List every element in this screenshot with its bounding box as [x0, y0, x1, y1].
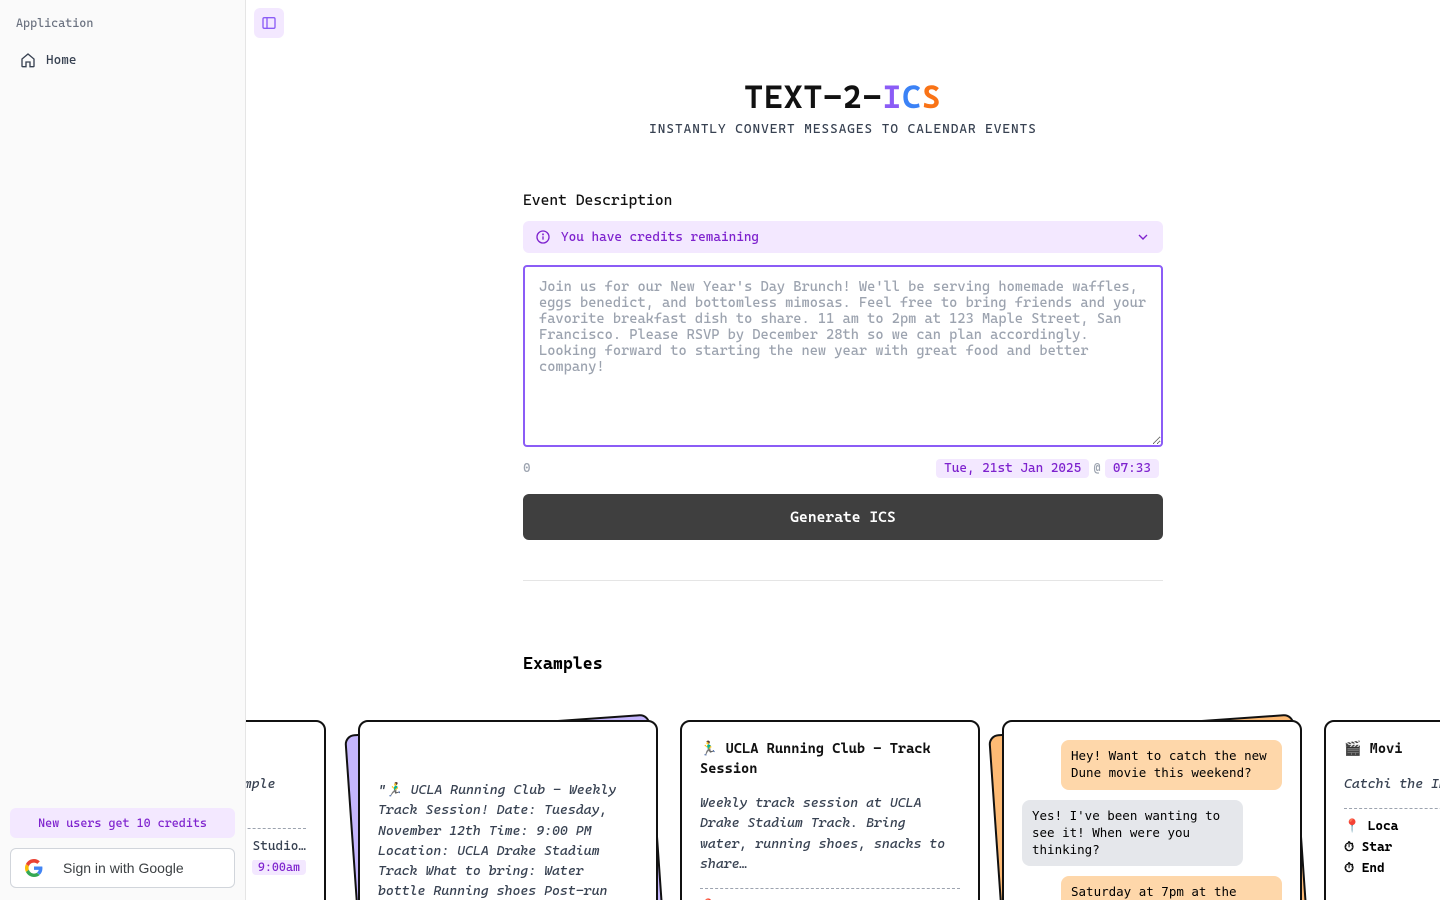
google-logo-icon	[25, 859, 43, 877]
page-subtitle: INSTANTLY CONVERT MESSAGES TO CALENDAR E…	[523, 122, 1163, 137]
meta-row: 0 Tue, 21st Jan 2025 @ 07:33	[523, 459, 1163, 478]
example-card-body: itar worksh ords, strum imple song…	[246, 774, 306, 815]
at-separator: @	[1093, 461, 1101, 476]
example-card[interactable]: 🏃‍♂️ UCLA Running Club - Track Session W…	[680, 720, 980, 900]
example-card-body: Catchi the IM	[1344, 774, 1440, 794]
example-card-quote: "🏃‍♂️ UCLA Running Club - Weekly Track S…	[378, 780, 638, 900]
sidebar-item-home[interactable]: Home	[16, 46, 229, 74]
event-description-label: Event Description	[523, 191, 1163, 209]
google-signin-button[interactable]: Sign in with Google	[10, 848, 235, 888]
credits-banner: New users get 10 credits	[10, 808, 235, 838]
example-card-body: Weekly track session at UCLA Drake Stadi…	[700, 793, 960, 874]
example-card[interactable]: rkshop itar worksh ords, strum imple son…	[246, 720, 336, 900]
sidebar-toggle-button[interactable]	[254, 8, 284, 38]
credits-remaining-text: You have credits remaining	[561, 230, 759, 245]
chevron-down-icon	[1135, 229, 1151, 245]
example-card-title: 🎬 Movi	[1344, 740, 1440, 760]
info-icon	[535, 229, 551, 245]
example-card-title: 🏃‍♂️ UCLA Running Club - Track Session	[700, 740, 960, 779]
generate-ics-button[interactable]: Generate ICS	[523, 494, 1163, 540]
examples-label: Examples	[523, 653, 1163, 673]
divider	[523, 580, 1163, 581]
sidebar: Application Home New users get 10 credit…	[0, 0, 246, 900]
google-signin-label: Sign in with Google	[63, 860, 184, 876]
current-time-chip: 07:33	[1105, 459, 1159, 478]
main: TEXT-2-ICS INSTANTLY CONVERT MESSAGES TO…	[246, 0, 1440, 900]
example-card[interactable]: Hey! Want to catch the new Dune movie th…	[1002, 720, 1302, 900]
chat-bubble: Saturday at 7pm at the IMAX? They have g…	[1061, 876, 1282, 900]
current-date-chip: Tue, 21st Jan 2025	[936, 459, 1089, 478]
example-card[interactable]: 🎬 Movi Catchi the IM 📍 Loca ⏱ Star ⏱ End	[1324, 720, 1440, 900]
chat-bubble: Hey! Want to catch the new Dune movie th…	[1061, 740, 1282, 790]
sidebar-item-label: Home	[46, 53, 76, 68]
examples-strip[interactable]: rkshop itar worksh ords, strum imple son…	[246, 720, 1440, 900]
char-count: 0	[523, 461, 932, 476]
sidebar-header: Application	[16, 16, 229, 30]
event-description-input[interactable]	[523, 265, 1163, 447]
page-title: TEXT-2-ICS	[523, 78, 1163, 116]
home-icon	[20, 52, 36, 68]
example-card[interactable]: "🏃‍♂️ UCLA Running Club - Weekly Track S…	[358, 720, 658, 900]
chat-bubble: Yes! I've been wanting to see it! When w…	[1022, 800, 1243, 867]
example-card-title: rkshop	[246, 740, 306, 760]
credits-remaining-row[interactable]: You have credits remaining	[523, 221, 1163, 253]
